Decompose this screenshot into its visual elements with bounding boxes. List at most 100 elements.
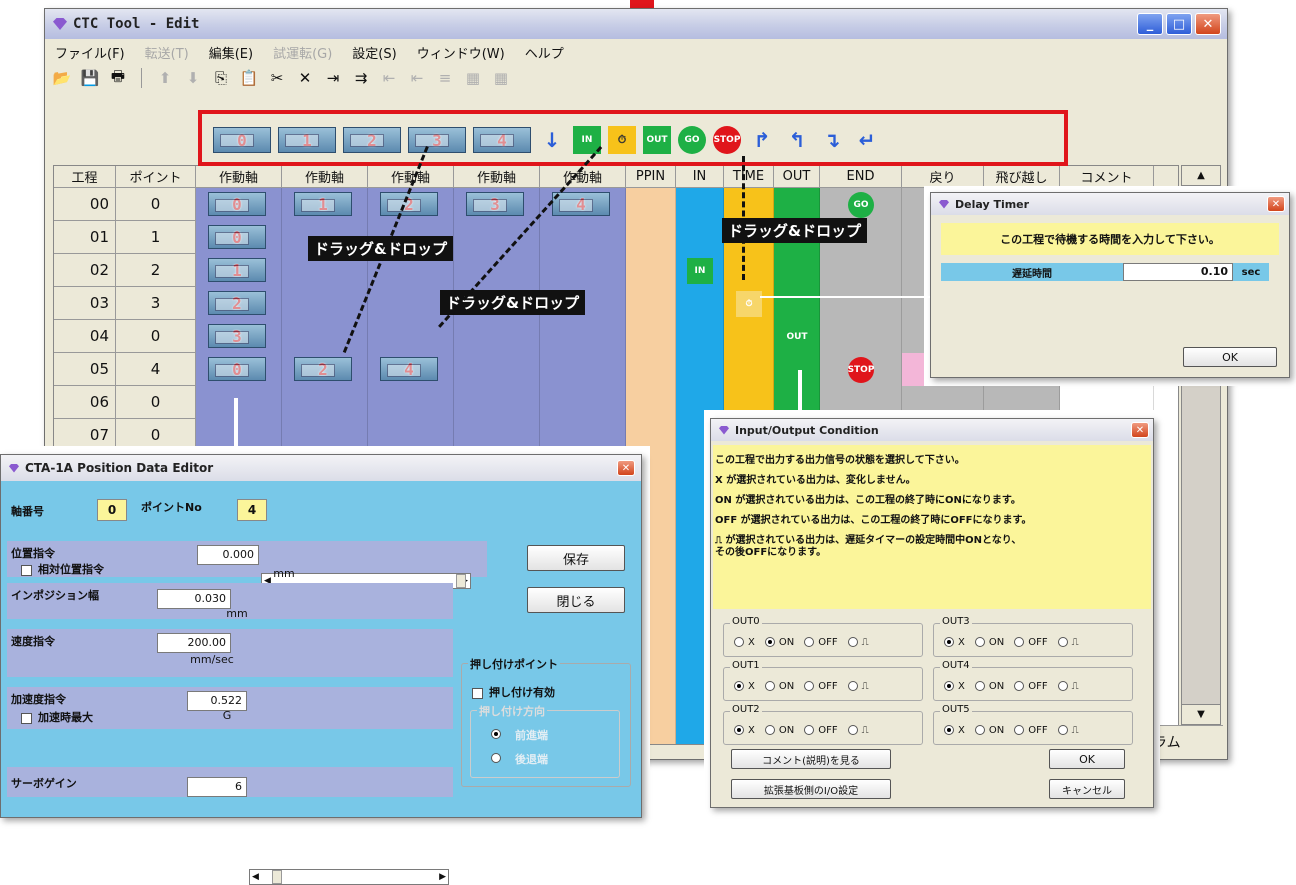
ext-io-button[interactable]: 拡張基板側のI/O設定 (731, 779, 891, 799)
output-option-radio[interactable]: OFF (1014, 681, 1048, 692)
ok-button[interactable]: OK (1183, 347, 1277, 367)
menu-item-5[interactable]: ウィンドウ(W) (417, 43, 505, 62)
save-button[interactable]: 保存 (527, 545, 625, 571)
output-option-radio[interactable]: ON (764, 725, 794, 736)
move-up-icon[interactable]: ⬆ (154, 67, 176, 89)
point-cell[interactable]: 0 (116, 386, 196, 419)
output-option-radio[interactable]: OFF (1014, 725, 1048, 736)
print-icon[interactable]: 🖶 (107, 67, 129, 89)
insert-row-icon[interactable]: ⇥ (322, 67, 344, 89)
output-option-radio[interactable]: ⎍ (847, 637, 869, 648)
align-icon[interactable]: ≡ (434, 67, 456, 89)
push-dir-forward-radio[interactable] (491, 729, 505, 739)
maximize-button[interactable]: □ (1166, 13, 1192, 35)
timer-icon[interactable]: ⏱ (736, 291, 762, 317)
move-down-icon[interactable]: ⬇ (182, 67, 204, 89)
close-icon[interactable]: ✕ (1131, 422, 1149, 438)
output-option-radio[interactable]: ⎍ (1057, 681, 1079, 692)
output-option-radio[interactable]: OFF (1014, 637, 1048, 648)
position-input[interactable]: 0.000 (197, 545, 259, 565)
output-option-radio[interactable]: ⎍ (1057, 637, 1079, 648)
step2-icon[interactable]: ▦ (490, 67, 512, 89)
axis-command-cell[interactable]: 1 (294, 192, 352, 216)
step-cell[interactable]: 06 (54, 386, 116, 419)
point-cell[interactable]: 3 (116, 287, 196, 320)
menu-item-3[interactable]: 試運転(G) (273, 43, 332, 62)
axis-command-cell[interactable]: 1 (208, 258, 266, 282)
axis-command-cell[interactable]: 4 (552, 192, 610, 216)
step-cell[interactable]: 00 (54, 188, 116, 221)
copy-icon[interactable]: ⎘ (210, 67, 232, 89)
close-button[interactable]: ✕ (1195, 13, 1221, 35)
point-cell[interactable]: 2 (116, 254, 196, 287)
axis-command-cell[interactable]: 0 (208, 225, 266, 249)
append-row-icon[interactable]: ⇉ (350, 67, 372, 89)
axis-command-cell[interactable]: 2 (294, 357, 352, 381)
point-cell[interactable]: 4 (116, 353, 196, 386)
step-cell[interactable]: 03 (54, 287, 116, 320)
outdent-icon[interactable]: ⇤ (406, 67, 428, 89)
output-option-radio[interactable]: X (944, 725, 965, 736)
output-option-radio[interactable]: X (734, 637, 755, 648)
output-option-radio[interactable]: ON (764, 637, 794, 648)
paste-icon[interactable]: 📋 (238, 67, 260, 89)
relative-position-checkbox[interactable] (21, 564, 32, 576)
stop-icon[interactable]: STOP (848, 357, 874, 383)
axis-command-cell[interactable]: 2 (208, 291, 266, 315)
output-option-radio[interactable]: ON (974, 681, 1004, 692)
step-cell[interactable]: 01 (54, 221, 116, 254)
close-icon[interactable]: ✕ (1267, 196, 1285, 212)
axis-command-cell[interactable]: 4 (380, 357, 438, 381)
menu-item-6[interactable]: ヘルプ (525, 43, 564, 62)
input-signal-icon[interactable]: IN (687, 258, 713, 284)
step-cell[interactable]: 04 (54, 320, 116, 353)
servo-gain-slider[interactable]: ◀ ▶ (249, 869, 449, 885)
cut-icon[interactable]: ✂ (266, 67, 288, 89)
output-option-radio[interactable]: ⎍ (1057, 725, 1079, 736)
output-signal-icon[interactable]: OUT (784, 324, 810, 350)
output-option-radio[interactable]: X (734, 681, 755, 692)
menu-item-4[interactable]: 設定(S) (352, 43, 396, 62)
output-option-radio[interactable]: X (944, 681, 965, 692)
menu-item-1[interactable]: 転送(T) (145, 43, 189, 62)
view-comment-button[interactable]: コメント(説明)を見る (731, 749, 891, 769)
output-option-radio[interactable]: ⎍ (847, 681, 869, 692)
axis-command-cell[interactable]: 0 (208, 192, 266, 216)
delay-input[interactable]: 0.10 (1123, 263, 1233, 281)
step-cell[interactable]: 05 (54, 353, 116, 386)
servo-gain-input[interactable]: 6 (187, 777, 247, 797)
point-cell[interactable]: 0 (116, 188, 196, 221)
delete-icon[interactable]: ✕ (294, 67, 316, 89)
step-cell[interactable]: 02 (54, 254, 116, 287)
output-option-radio[interactable]: ON (974, 637, 1004, 648)
axis-command-cell[interactable]: 0 (208, 357, 266, 381)
point-cell[interactable]: 1 (116, 221, 196, 254)
ok-button[interactable]: OK (1049, 749, 1125, 769)
push-enable-checkbox[interactable] (472, 687, 483, 699)
output-option-radio[interactable]: X (734, 725, 755, 736)
open-icon[interactable]: 📂 (51, 67, 73, 89)
step-icon[interactable]: ▦ (462, 67, 484, 89)
menu-item-2[interactable]: 編集(E) (209, 43, 253, 62)
output-option-radio[interactable]: ON (764, 681, 794, 692)
axis-command-cell[interactable]: 3 (466, 192, 524, 216)
accel-max-checkbox[interactable] (21, 712, 32, 724)
scroll-up-icon[interactable]: ▲ (1182, 166, 1220, 186)
scroll-down-icon[interactable]: ▼ (1182, 704, 1220, 724)
cancel-button[interactable]: キャンセル (1049, 779, 1125, 799)
save-icon[interactable]: 💾 (79, 67, 101, 89)
indent-icon[interactable]: ⇤ (378, 67, 400, 89)
close-icon[interactable]: ✕ (617, 460, 635, 476)
push-dir-back-radio[interactable] (491, 753, 505, 763)
close-button[interactable]: 閉じる (527, 587, 625, 613)
output-option-radio[interactable]: OFF (804, 637, 838, 648)
point-cell[interactable]: 0 (116, 320, 196, 353)
output-option-radio[interactable]: ⎍ (847, 725, 869, 736)
output-option-radio[interactable]: X (944, 637, 965, 648)
menu-item-0[interactable]: ファイル(F) (55, 43, 125, 62)
go-icon[interactable]: GO (848, 192, 874, 218)
output-option-radio[interactable]: OFF (804, 681, 838, 692)
inposition-input[interactable]: 0.030 (157, 589, 231, 609)
speed-input[interactable]: 200.00 (157, 633, 231, 653)
axis-command-cell[interactable]: 3 (208, 324, 266, 348)
